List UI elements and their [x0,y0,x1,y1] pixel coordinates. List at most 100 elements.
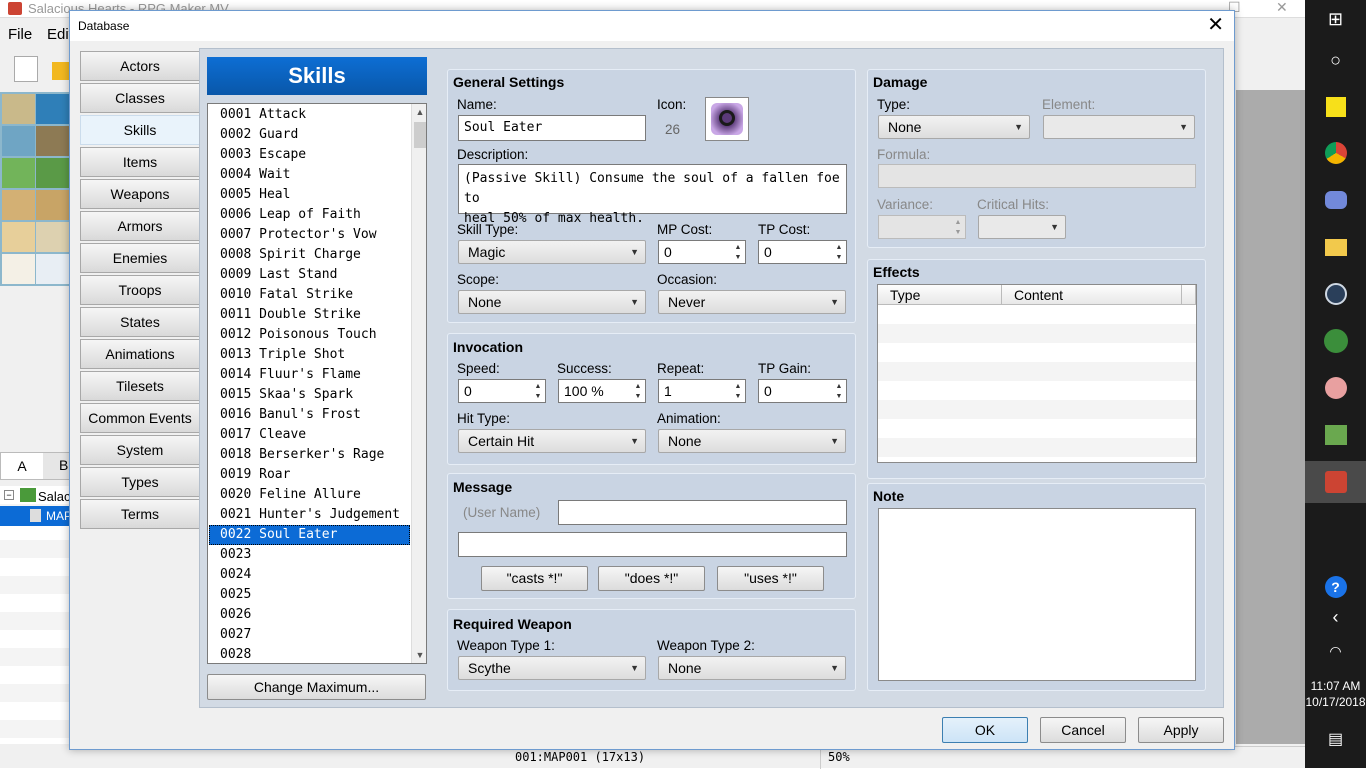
element-select[interactable]: ▼ [1043,115,1195,139]
scroll-up-icon[interactable]: ▲ [412,104,426,120]
apply-button[interactable]: Apply [1138,717,1224,743]
skill-list-item[interactable]: 0010 Fatal Strike [209,285,410,305]
category-classes[interactable]: Classes [80,83,200,113]
skill-list-item[interactable]: 0009 Last Stand [209,265,410,285]
spin-up-icon[interactable]: ▲ [733,243,743,252]
skill-list-item[interactable]: 0006 Leap of Faith [209,205,410,225]
message-line1-input[interactable] [558,500,847,525]
skill-list-item[interactable]: 0002 Guard [209,125,410,145]
category-animations[interactable]: Animations [80,339,200,369]
name-input[interactable]: Soul Eater [458,115,646,141]
open-project-icon[interactable] [52,62,70,80]
app-close-icon[interactable]: ✕ [1276,0,1288,16]
skill-list[interactable]: 0001 Attack 0002 Guard 0003 Escape 0004 Wai… [207,103,427,664]
ok-button[interactable]: OK [942,717,1028,743]
category-common-events[interactable]: Common Events [80,403,200,433]
category-enemies[interactable]: Enemies [80,243,200,273]
spin-down-icon[interactable]: ▼ [834,392,844,401]
game-icon-1[interactable] [1305,322,1366,360]
category-terms[interactable]: Terms [80,499,200,529]
skill-list-item[interactable]: 0005 Heal [209,185,410,205]
steam-icon[interactable] [1305,275,1366,313]
discord-icon[interactable] [1305,181,1366,219]
skill-list-item[interactable]: 0026 [209,605,410,625]
effects-col-type[interactable]: Type [878,285,1002,305]
spin-down-icon[interactable]: ▼ [733,392,743,401]
tab-a[interactable]: A [1,453,43,479]
spin-down-icon[interactable]: ▼ [834,253,844,262]
variance-input[interactable]: ▲ ▼ [878,215,966,239]
file-explorer-icon[interactable] [1305,228,1366,266]
spin-up-icon[interactable]: ▲ [834,382,844,391]
skill-list-item[interactable]: 0021 Hunter's Judgement [209,505,410,525]
menu-file[interactable]: File [8,26,32,43]
skill-type-select[interactable]: Magic ▼ [458,240,646,264]
spin-up-icon[interactable]: ▲ [733,382,743,391]
uses-button[interactable]: "uses *!" [717,566,824,591]
list-scrollbar[interactable]: ▲ ▼ [411,104,426,663]
hit-type-select[interactable]: Certain Hit ▼ [458,429,646,453]
category-armors[interactable]: Armors [80,211,200,241]
spin-up-icon[interactable]: ▲ [953,218,963,227]
repeat-input[interactable]: 1 ▲ ▼ [658,379,746,403]
dialog-close-icon[interactable]: ✕ [1207,15,1224,35]
change-maximum-button[interactable]: Change Maximum... [207,674,426,700]
skill-list-item[interactable]: 0027 [209,625,410,645]
start-icon[interactable]: ⊞ [1305,0,1366,38]
speed-input[interactable]: 0 ▲ ▼ [458,379,546,403]
skill-list-item[interactable]: 0008 Spirit Charge [209,245,410,265]
skill-list-item[interactable]: 0003 Escape [209,145,410,165]
skill-list-item[interactable]: 0012 Poisonous Touch [209,325,410,345]
spin-up-icon[interactable]: ▲ [533,382,543,391]
skill-list-item[interactable]: 0023 [209,545,410,565]
scroll-down-icon[interactable]: ▼ [412,647,426,663]
mp-cost-input[interactable]: 0 ▲ ▼ [658,240,746,264]
formula-input[interactable] [878,164,1196,188]
category-skills[interactable]: Skills [80,115,200,145]
category-actors[interactable]: Actors [80,51,200,81]
casts-button[interactable]: "casts *!" [481,566,588,591]
occasion-select[interactable]: Never ▼ [658,290,846,314]
skill-list-item[interactable]: 0007 Protector's Vow [209,225,410,245]
skill-list-item[interactable]: 0016 Banul's Frost [209,405,410,425]
tile-palette[interactable] [0,92,70,286]
cortana-icon[interactable]: ○ [1305,41,1366,79]
spin-down-icon[interactable]: ▼ [733,253,743,262]
skill-list-item[interactable]: 0004 Wait [209,165,410,185]
skill-list-item[interactable]: 0025 [209,585,410,605]
category-system[interactable]: System [80,435,200,465]
tree-item-selected[interactable]: MAP001 [0,506,70,526]
skill-list-item[interactable]: 0018 Berserker's Rage [209,445,410,465]
spin-up-icon[interactable]: ▲ [633,382,643,391]
tp-cost-input[interactable]: 0 ▲ ▼ [758,240,847,264]
category-tilesets[interactable]: Tilesets [80,371,200,401]
weapon-type1-select[interactable]: Scythe ▼ [458,656,646,680]
skill-list-item[interactable]: 0014 Fluur's Flame [209,365,410,385]
map-canvas[interactable] [1236,90,1305,744]
notifications-icon[interactable]: ▤ [1305,720,1366,758]
chevron-left-icon[interactable]: ‹ [1305,598,1366,636]
tree-root[interactable]: Salacious Hearts [38,489,70,504]
skill-list-item[interactable]: 0022 Soul Eater [209,525,410,545]
category-types[interactable]: Types [80,467,200,497]
description-input[interactable]: (Passive Skill) Consume the soul of a fa… [458,164,847,226]
damage-type-select[interactable]: None ▼ [878,115,1030,139]
taskbar-clock[interactable]: 11:07 AM 10/17/2018 [1305,678,1366,710]
new-project-icon[interactable] [14,56,38,82]
skill-list-item[interactable]: 0019 Roar [209,465,410,485]
spin-down-icon[interactable]: ▼ [953,228,963,237]
effects-table[interactable]: Type Content [877,284,1197,463]
chrome-icon[interactable] [1305,134,1366,172]
spin-down-icon[interactable]: ▼ [633,392,643,401]
game-icon-2[interactable] [1305,369,1366,407]
game-icon-3[interactable] [1305,416,1366,454]
tab-b[interactable]: B [59,457,68,473]
skill-list-item[interactable]: 0017 Cleave [209,425,410,445]
rpg-maker-task-icon[interactable] [1305,461,1366,503]
wifi-icon[interactable]: ◠ [1305,632,1366,670]
spin-down-icon[interactable]: ▼ [533,392,543,401]
category-troops[interactable]: Troops [80,275,200,305]
critical-hits-select[interactable]: ▼ [978,215,1066,239]
does-button[interactable]: "does *!" [598,566,705,591]
weapon-type2-select[interactable]: None ▼ [658,656,846,680]
